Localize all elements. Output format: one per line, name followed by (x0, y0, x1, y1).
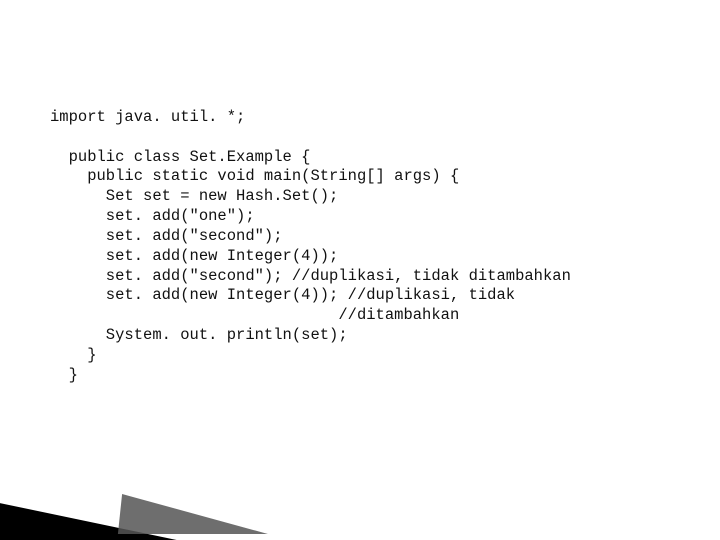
accent-triangle-dark-short (0, 498, 236, 540)
slide-accent (0, 400, 330, 540)
accent-triangle-grey (118, 494, 272, 534)
accent-triangle-dark-long (0, 514, 314, 540)
code-block: import java. util. *; public class Set.E… (50, 108, 680, 386)
slide: import java. util. *; public class Set.E… (0, 0, 720, 540)
